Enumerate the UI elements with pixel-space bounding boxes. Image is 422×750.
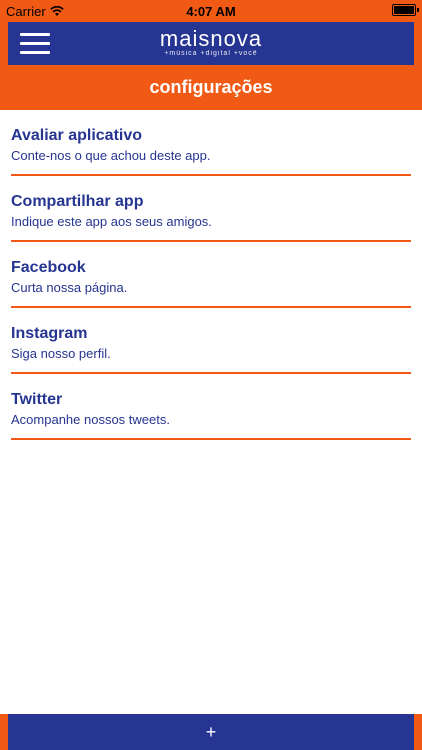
item-subtitle: Curta nossa página. [11, 280, 128, 295]
menu-line [20, 51, 50, 54]
logo-text: maisnova [159, 26, 263, 51]
settings-item-instagram[interactable]: Instagram Siga nosso perfil. [0, 308, 422, 374]
bottom-add-button[interactable]: + [8, 714, 414, 750]
hamburger-menu-icon[interactable] [20, 32, 50, 56]
item-title: Compartilhar app [11, 193, 144, 210]
settings-item-share-app[interactable]: Compartilhar app Indique este app aos se… [0, 176, 422, 242]
logo-tagline: +música +digital +você [164, 50, 258, 57]
menu-line [20, 33, 50, 36]
menu-line [20, 42, 50, 45]
item-subtitle: Acompanhe nossos tweets. [11, 412, 170, 427]
settings-list: Avaliar aplicativo Conte-nos o que achou… [0, 110, 422, 440]
status-right [392, 4, 419, 16]
navbar: maisnova +música +digital +você [8, 22, 414, 65]
item-title: Instagram [11, 325, 88, 342]
item-subtitle: Siga nosso perfil. [11, 346, 111, 361]
settings-item-twitter[interactable]: Twitter Acompanhe nossos tweets. [0, 374, 422, 440]
item-title: Avaliar aplicativo [11, 127, 143, 144]
item-title: Facebook [11, 259, 86, 276]
battery-icon [392, 4, 419, 16]
item-subtitle: Indique este app aos seus amigos. [11, 214, 212, 229]
plus-icon: + [205, 722, 217, 742]
settings-item-facebook[interactable]: Facebook Curta nossa página. [0, 242, 422, 308]
item-subtitle: Conte-nos o que achou deste app. [11, 148, 211, 163]
page-title: configurações [149, 77, 273, 97]
logo: maisnova +música +digital +você [141, 26, 281, 58]
settings-item-rate-app[interactable]: Avaliar aplicativo Conte-nos o que achou… [0, 110, 422, 176]
divider [11, 438, 411, 440]
item-title: Twitter [11, 391, 63, 408]
status-bar: Carrier 4:07 AM [0, 0, 422, 22]
status-time: 4:07 AM [186, 4, 236, 19]
